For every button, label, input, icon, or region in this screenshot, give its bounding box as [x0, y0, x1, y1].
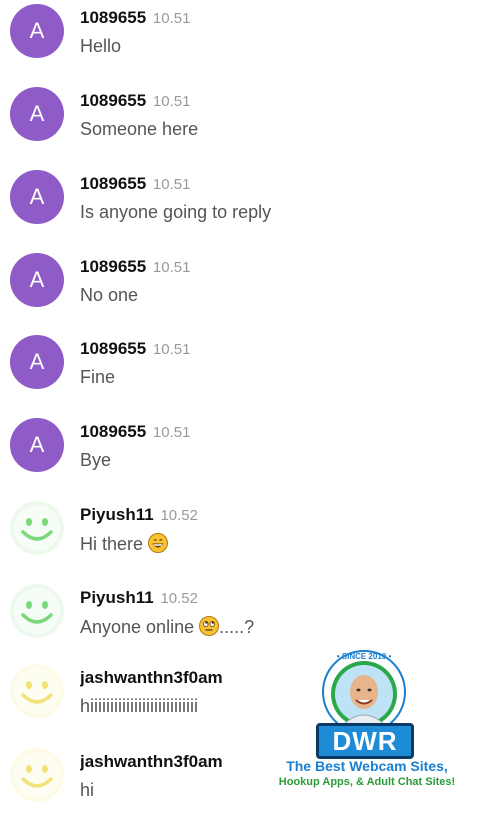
username[interactable]: 1089655 — [80, 8, 146, 27]
message-text: Hi there — [80, 533, 169, 555]
message-text: Someone here — [80, 119, 199, 139]
username[interactable]: jashwanthn3f0am — [80, 752, 223, 771]
username[interactable]: 1089655 — [80, 257, 146, 276]
username[interactable]: 1089655 — [80, 422, 146, 441]
username[interactable]: 1089655 — [80, 339, 146, 358]
chat-message: A 1089655 10.51 Is anyone going to reply — [0, 166, 483, 248]
timestamp: 10.51 — [152, 176, 191, 193]
username[interactable]: 1089655 — [80, 174, 146, 193]
timestamp: 10.52 — [160, 507, 198, 524]
smiley-face-icon — [10, 501, 64, 555]
username[interactable]: Piyush11 — [80, 588, 154, 607]
chat-message: A 1089655 10.51 Fine — [0, 331, 483, 413]
smiley-face-icon — [10, 664, 64, 718]
chat-message: Piyush11 10.52 Hi there — [0, 497, 483, 579]
user-avatar[interactable]: A — [10, 87, 64, 141]
message-header: 1089655 10.51 — [80, 174, 190, 194]
user-avatar[interactable] — [10, 664, 64, 718]
dwr-watermark-logo: • SINCE 2010 • DWR The Best Webcam Sites… — [252, 650, 482, 798]
user-avatar[interactable]: A — [10, 418, 64, 472]
user-avatar[interactable]: A — [10, 253, 64, 307]
message-text: hi — [80, 780, 95, 800]
message-header: 1089655 10.51 — [80, 422, 190, 442]
message-text: Hello — [80, 36, 122, 56]
user-avatar[interactable]: A — [10, 4, 64, 58]
timestamp: 10.51 — [152, 424, 191, 441]
user-avatar[interactable] — [10, 748, 64, 802]
username[interactable]: Piyush11 — [80, 505, 154, 524]
message-text: hiiiiiiiiiiiiiiiiiiiiiiiiiii — [80, 696, 198, 716]
message-header: Piyush11 10.52 — [80, 505, 198, 525]
chat-message: A 1089655 10.51 Bye — [0, 414, 483, 496]
brand-name: DWR — [316, 723, 414, 759]
username[interactable]: jashwanthn3f0am — [80, 668, 223, 687]
message-text: Fine — [80, 367, 116, 387]
user-avatar[interactable]: A — [10, 335, 64, 389]
message-header: Piyush11 10.52 — [80, 588, 198, 608]
since-label: • SINCE 2010 • — [336, 652, 392, 661]
user-avatar[interactable]: A — [10, 170, 64, 224]
message-header: jashwanthn3f0am — [80, 668, 243, 688]
chat-message: A 1089655 10.51 No one — [0, 249, 483, 331]
message-suffix: .....? — [219, 617, 255, 637]
chat-message: A 1089655 10.51 Someone here — [0, 83, 483, 165]
message-text: No one — [80, 285, 139, 305]
grinning-face-emoji — [148, 533, 169, 553]
eye-roll-face-emoji — [199, 616, 220, 636]
message-body: Anyone online — [80, 617, 195, 637]
message-body: Hi there — [80, 534, 144, 554]
mascot-portrait-icon — [322, 650, 406, 734]
username[interactable]: 1089655 — [80, 91, 146, 110]
timestamp: 10.52 — [160, 590, 198, 607]
timestamp: 10.51 — [152, 10, 191, 27]
message-header: 1089655 10.51 — [80, 257, 190, 277]
brand-tagline-2: Hookup Apps, & Adult Chat Sites! — [278, 776, 456, 788]
chat-message: A 1089655 10.51 Hello — [0, 0, 483, 82]
user-avatar[interactable] — [10, 584, 64, 638]
timestamp: 10.51 — [152, 93, 191, 110]
message-header: 1089655 10.51 — [80, 339, 190, 359]
message-header: 1089655 10.51 — [80, 91, 190, 111]
message-text: Is anyone going to reply — [80, 202, 272, 222]
timestamp: 10.51 — [152, 259, 191, 276]
user-avatar[interactable] — [10, 501, 64, 555]
message-text: Anyone online .....? — [80, 616, 254, 638]
message-header: 1089655 10.51 — [80, 8, 190, 28]
timestamp: 10.51 — [152, 341, 191, 358]
message-header: jashwanthn3f0am — [80, 752, 243, 772]
smiley-face-icon — [10, 584, 64, 638]
smiley-face-icon — [10, 748, 64, 802]
brand-tagline-1: The Best Webcam Sites, — [286, 758, 448, 774]
message-text: Bye — [80, 450, 112, 470]
